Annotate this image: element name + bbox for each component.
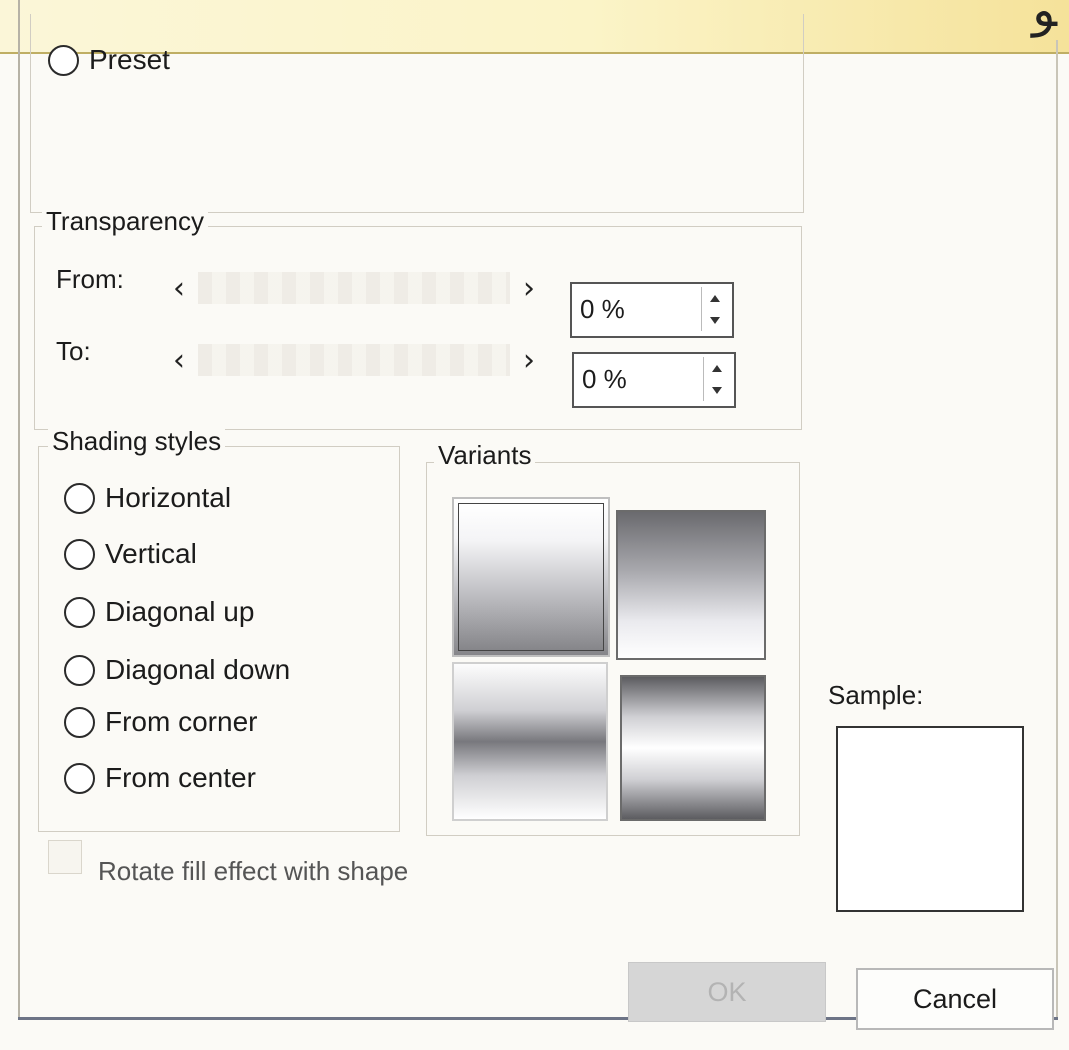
preset-radio[interactable]: Preset <box>48 44 170 76</box>
shading-radio-horizontal[interactable] <box>64 482 95 514</box>
shading-option-diagonal-up[interactable]: Diagonal up <box>64 596 254 628</box>
variant-1-selection <box>458 503 604 651</box>
to-slider[interactable]: ‹ › <box>164 340 544 380</box>
cancel-button-label: Cancel <box>912 983 998 1014</box>
from-slider-track[interactable] <box>198 272 510 304</box>
variant-1[interactable] <box>452 497 610 657</box>
shading-option-vertical[interactable]: Vertical <box>64 538 197 570</box>
rotate-fill-checkbox[interactable] <box>48 840 82 874</box>
shading-label-diagonal-down: Diagonal down <box>105 654 291 685</box>
shading-label-from-corner: From corner <box>105 706 258 737</box>
to-value[interactable]: 0 % <box>582 364 627 395</box>
shading-label-from-center: From center <box>105 762 256 793</box>
from-spinner-buttons[interactable] <box>701 287 728 331</box>
shading-radio-from-center[interactable] <box>64 762 95 794</box>
ok-button-label: OK <box>707 976 747 1007</box>
variants-grid <box>452 497 772 822</box>
dialog-border-right <box>1056 40 1058 1020</box>
to-slider-left-arrow[interactable]: ‹ <box>164 343 194 378</box>
variants-title: Variants <box>434 440 536 471</box>
to-spinner-buttons[interactable] <box>703 357 730 401</box>
to-slider-right-arrow[interactable]: › <box>514 343 544 378</box>
to-spinner-down-icon[interactable] <box>712 386 722 394</box>
dialog-border-left <box>18 0 20 1020</box>
to-label: To: <box>56 336 91 366</box>
shading-radio-from-corner[interactable] <box>64 706 95 738</box>
cancel-button[interactable]: Cancel <box>856 968 1054 1030</box>
from-value[interactable]: 0 % <box>580 294 625 325</box>
shading-radio-diagonal-up[interactable] <box>64 596 95 628</box>
shading-option-from-center[interactable]: From center <box>64 762 256 794</box>
from-slider[interactable]: ‹ › <box>164 268 544 308</box>
rotate-fill-label[interactable]: Rotate fill effect with shape <box>98 856 408 887</box>
shading-radio-vertical[interactable] <box>64 538 95 570</box>
shading-option-diagonal-down[interactable]: Diagonal down <box>64 654 290 686</box>
preset-label: Preset <box>89 44 170 75</box>
title-glyph: ﻮ <box>1032 0 1057 38</box>
shading-label-horizontal: Horizontal <box>105 482 232 513</box>
from-spinner-down-icon[interactable] <box>710 316 720 324</box>
fill-effects-dialog: ﻮ Preset Transparency From: ‹ › 0 % To: … <box>0 0 1069 1050</box>
variant-3[interactable] <box>452 662 608 821</box>
preset-radio-circle[interactable] <box>48 44 79 76</box>
shading-option-from-corner[interactable]: From corner <box>64 706 257 738</box>
shading-label-diagonal-up: Diagonal up <box>105 596 255 627</box>
to-slider-track[interactable] <box>198 344 510 376</box>
from-spinner-up-icon[interactable] <box>710 294 720 302</box>
sample-label: Sample: <box>828 680 924 710</box>
to-spinner[interactable]: 0 % <box>572 352 736 408</box>
transparency-title: Transparency <box>42 206 208 237</box>
shading-label-vertical: Vertical <box>105 538 197 569</box>
variant-2[interactable] <box>616 510 766 660</box>
ok-button[interactable]: OK <box>628 962 826 1022</box>
shading-styles-title: Shading styles <box>48 426 226 457</box>
sample-preview <box>836 726 1024 912</box>
shading-radio-diagonal-down[interactable] <box>64 654 95 686</box>
from-label: From: <box>56 264 124 294</box>
from-spinner[interactable]: 0 % <box>570 282 734 338</box>
to-spinner-up-icon[interactable] <box>712 364 722 372</box>
shading-option-horizontal[interactable]: Horizontal <box>64 482 231 514</box>
variant-4[interactable] <box>620 675 766 821</box>
from-slider-right-arrow[interactable]: › <box>514 271 544 306</box>
from-slider-left-arrow[interactable]: ‹ <box>164 271 194 306</box>
